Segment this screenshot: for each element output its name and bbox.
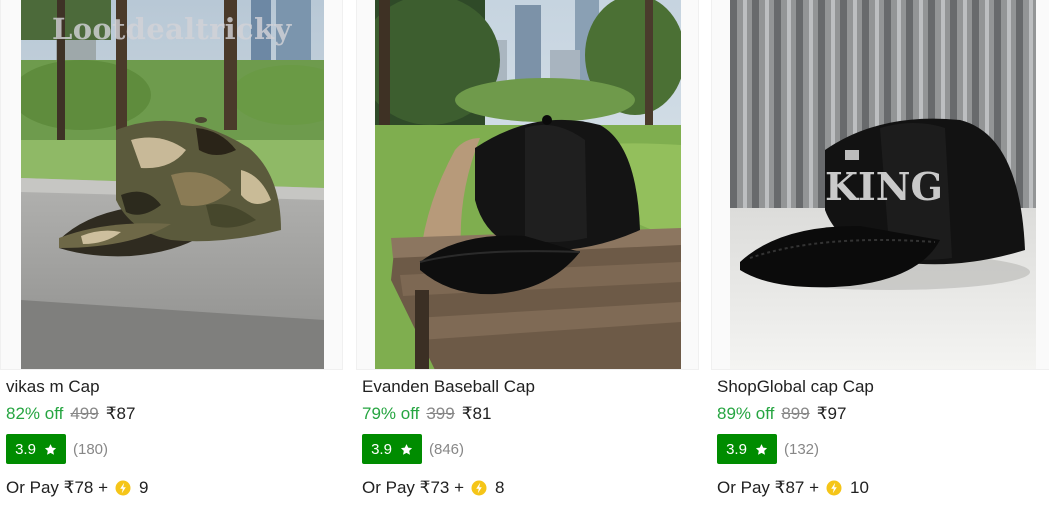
coin-count: 10: [850, 478, 869, 497]
selling-price: ₹97: [816, 404, 847, 423]
pay-prefix: Or Pay ₹78 +: [6, 478, 108, 497]
rating-row: 3.9 (132): [717, 434, 819, 464]
coin-pay-row: Or Pay ₹78 + 9: [6, 478, 148, 498]
coin-count: 8: [495, 478, 505, 497]
price-row: 89% off 899 ₹97: [717, 404, 846, 424]
discount-percent: 82% off: [6, 404, 64, 423]
product-image[interactable]: [0, 0, 343, 370]
star-icon: [400, 443, 413, 455]
coin-pay-row: Or Pay ₹87 + 10: [717, 478, 869, 498]
king-cap-photo: KING: [730, 0, 1036, 369]
original-price: 899: [781, 404, 810, 423]
review-count: (132): [784, 440, 820, 458]
rating-value: 3.9: [371, 440, 392, 458]
review-count: (846): [429, 440, 465, 458]
cap-print-text: KING: [825, 164, 943, 209]
rating-value: 3.9: [15, 440, 36, 458]
product-title[interactable]: vikas m Cap: [6, 377, 100, 397]
black-cap-photo: [375, 0, 681, 369]
star-icon: [44, 443, 57, 455]
product-image[interactable]: [356, 0, 699, 370]
product-grid: Lootdealtricky vikas m Cap 82% off 499 ₹…: [0, 0, 1049, 509]
rating-row: 3.9 (180): [6, 434, 108, 464]
pay-prefix: Or Pay ₹87 +: [717, 478, 819, 497]
camo-cap-photo: [21, 0, 324, 369]
coin-count: 9: [139, 478, 149, 497]
rating-badge: 3.9: [6, 434, 66, 464]
price-row: 79% off 399 ₹81: [362, 404, 491, 424]
product-card[interactable]: Evanden Baseball Cap 79% off 399 ₹81 3.9…: [356, 0, 701, 509]
original-price: 399: [426, 404, 455, 423]
rating-badge: 3.9: [717, 434, 777, 464]
original-price: 499: [70, 404, 99, 423]
supercoin-icon: [115, 480, 131, 496]
price-row: 82% off 499 ₹87: [6, 404, 135, 424]
supercoin-icon: [826, 480, 842, 496]
product-card[interactable]: KING ShopGlobal cap Cap 89% off 899 ₹97 …: [711, 0, 1049, 509]
coin-pay-row: Or Pay ₹73 + 8: [362, 478, 504, 498]
pay-prefix: Or Pay ₹73 +: [362, 478, 464, 497]
rating-badge: 3.9: [362, 434, 422, 464]
review-count: (180): [73, 440, 109, 458]
discount-percent: 79% off: [362, 404, 420, 423]
selling-price: ₹87: [105, 404, 136, 423]
product-title[interactable]: ShopGlobal cap Cap: [717, 377, 874, 397]
rating-value: 3.9: [726, 440, 747, 458]
product-title[interactable]: Evanden Baseball Cap: [362, 377, 535, 397]
supercoin-icon: [471, 480, 487, 496]
discount-percent: 89% off: [717, 404, 775, 423]
star-icon: [755, 443, 768, 455]
watermark-text: Lootdealtricky: [52, 12, 292, 46]
selling-price: ₹81: [461, 404, 492, 423]
rating-row: 3.9 (846): [362, 434, 464, 464]
product-image[interactable]: KING: [711, 0, 1049, 370]
product-card[interactable]: Lootdealtricky vikas m Cap 82% off 499 ₹…: [0, 0, 345, 509]
